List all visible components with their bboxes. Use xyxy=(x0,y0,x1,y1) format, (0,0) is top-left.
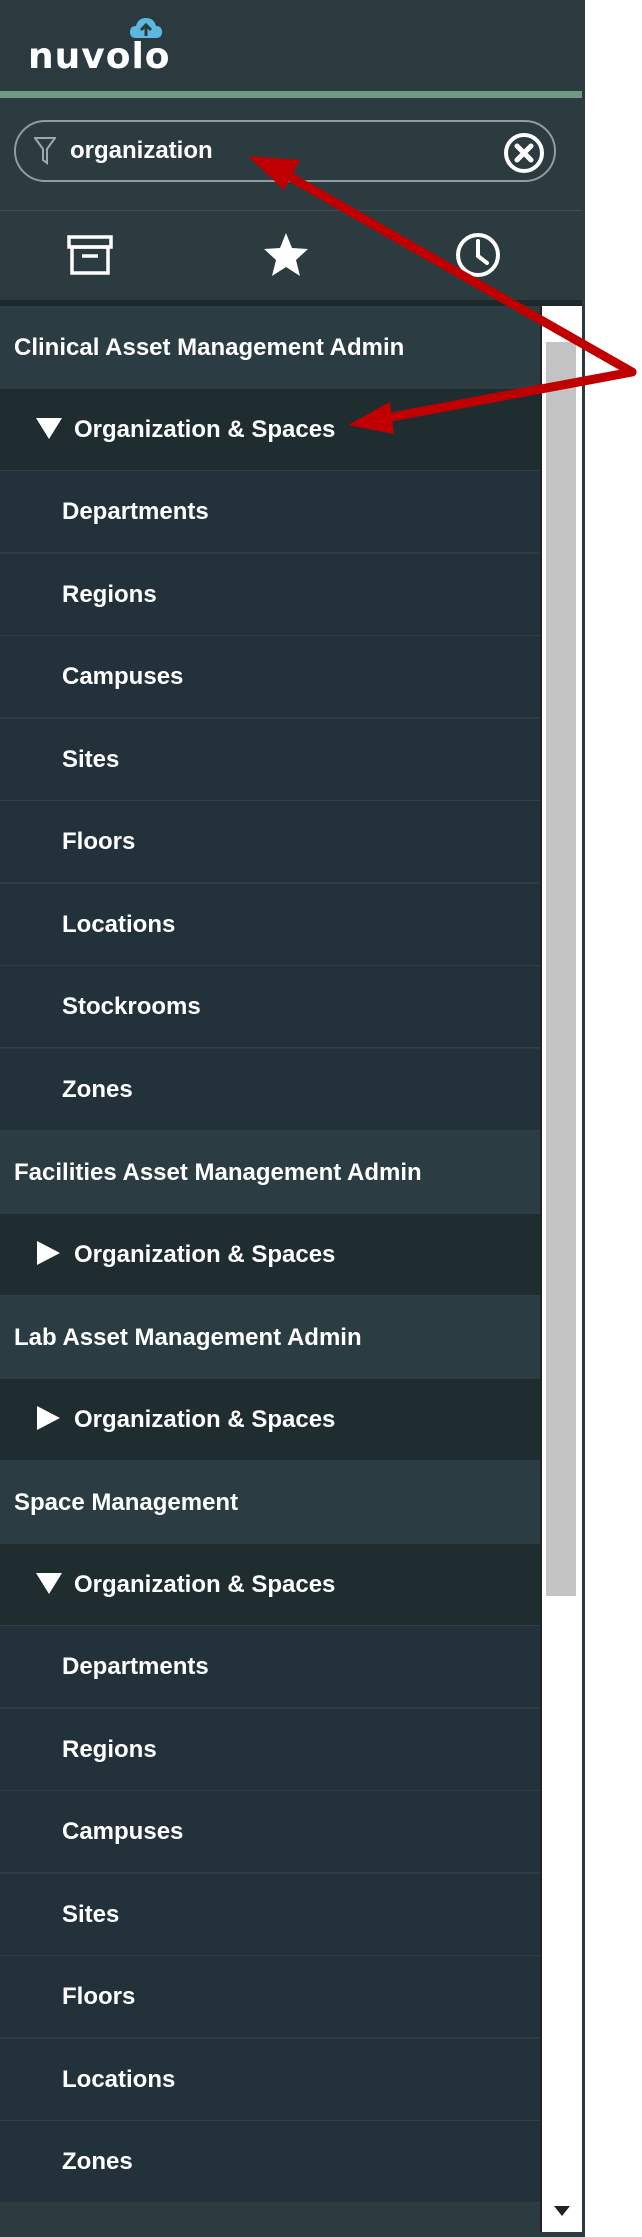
filter-funnel-icon xyxy=(34,137,56,165)
navigator-header: nuvolo xyxy=(0,0,582,91)
menu-module-label: Organization & Spaces xyxy=(74,1406,336,1434)
star-icon[interactable] xyxy=(260,229,312,281)
menu-module-toggle[interactable]: Organization & Spaces xyxy=(0,1543,540,1626)
menu-module-toggle[interactable]: Organization & Spaces xyxy=(0,1378,540,1461)
menu-section-label: Clinical Asset Management Admin xyxy=(14,333,405,361)
navigator-edge xyxy=(582,0,585,2237)
clear-filter-icon[interactable] xyxy=(502,131,546,175)
menu-module-label: Organization & Spaces xyxy=(74,1241,336,1269)
menu-section-label: Facilities Asset Management Admin xyxy=(14,1158,422,1186)
menu-scrollbar[interactable] xyxy=(540,306,582,2232)
application-navigator: nuvolo Clinical Asset Manageme xyxy=(0,0,582,2237)
menu-section-header[interactable]: Facilities Asset Management Admin xyxy=(0,1131,540,1213)
scroll-down-arrow-icon[interactable] xyxy=(552,2204,572,2218)
menu-item-link[interactable]: Stockrooms xyxy=(0,966,540,1048)
menu-module-toggle[interactable]: Organization & Spaces xyxy=(0,388,540,471)
navigator-tabs xyxy=(0,210,582,301)
history-clock-icon[interactable] xyxy=(452,229,504,281)
menu-module-toggle[interactable]: Organization & Spaces xyxy=(0,1213,540,1296)
menu-section-header[interactable]: Lab Asset Management Admin xyxy=(0,1296,540,1378)
menu-item-link[interactable]: Locations xyxy=(0,2038,540,2121)
filter-bar xyxy=(0,98,582,210)
menu-section-label: Lab Asset Management Admin xyxy=(14,1323,362,1351)
scrollbar-thumb[interactable] xyxy=(546,342,576,1596)
menu-section-header[interactable]: Clinical Asset Management Admin xyxy=(0,306,540,388)
menu-module-label: Organization & Spaces xyxy=(74,416,336,444)
menu-item-link[interactable]: Floors xyxy=(0,801,540,883)
header-divider xyxy=(0,91,582,98)
menu-item-link[interactable]: Campuses xyxy=(0,636,540,718)
menu-section-label: Space Management xyxy=(14,1488,239,1516)
menu-item-link[interactable]: Locations xyxy=(0,883,540,966)
menu-module-label: Organization & Spaces xyxy=(74,1571,336,1599)
collapsed-triangle-icon xyxy=(37,1406,60,1431)
logo-wordmark: nuvolo xyxy=(28,36,171,77)
collapsed-triangle-icon xyxy=(37,1241,60,1266)
application-menu: Clinical Asset Management Admin Organizat… xyxy=(0,306,540,2232)
menu-item-link[interactable]: Departments xyxy=(0,1626,540,1708)
menu-item-link[interactable]: Zones xyxy=(0,1048,540,1131)
filter-box xyxy=(14,120,556,182)
menu-section-header[interactable]: Space Management xyxy=(0,1461,540,1543)
menu-item-link[interactable]: Sites xyxy=(0,1873,540,1956)
menu-item-link[interactable]: Regions xyxy=(0,1708,540,1791)
filter-input[interactable] xyxy=(70,130,490,172)
expanded-triangle-icon xyxy=(36,1573,62,1595)
menu-item-link[interactable]: Floors xyxy=(0,1956,540,2038)
archive-icon[interactable] xyxy=(64,229,116,281)
menu-item-link[interactable]: Departments xyxy=(0,471,540,553)
menu-item-link[interactable]: Sites xyxy=(0,718,540,801)
menu-item-link[interactable]: Zones xyxy=(0,2121,540,2203)
expanded-triangle-icon xyxy=(36,418,62,440)
menu-item-link[interactable]: Regions xyxy=(0,553,540,636)
menu-item-link[interactable]: Campuses xyxy=(0,1791,540,1873)
